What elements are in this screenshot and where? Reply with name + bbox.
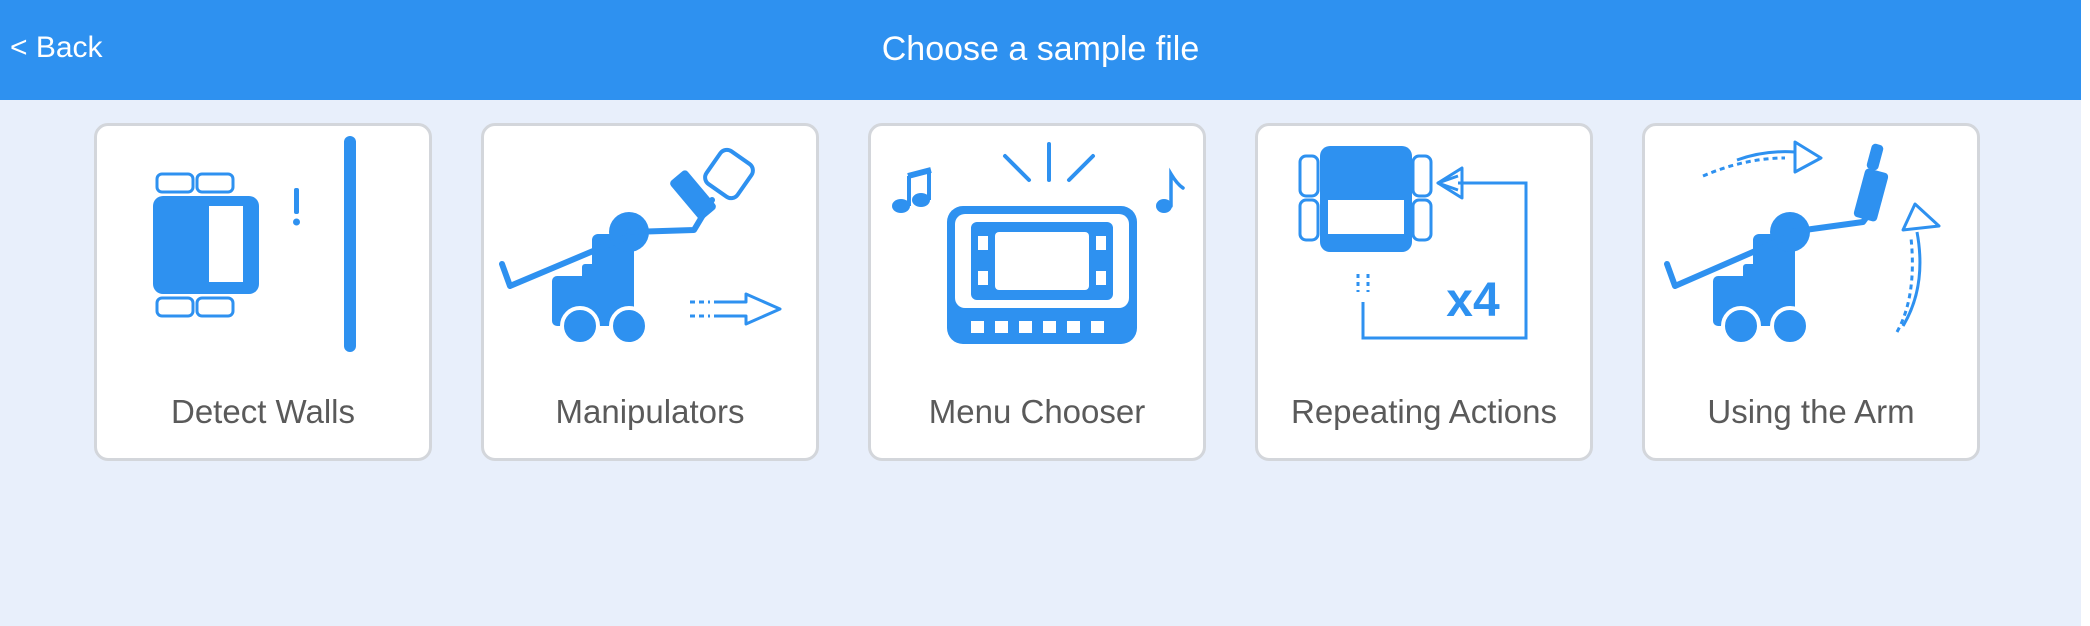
sample-card-manipulators[interactable]: Manipulators	[481, 123, 819, 461]
sample-label: Repeating Actions	[1290, 393, 1557, 430]
right-edge-strip	[2081, 0, 2090, 626]
header-bar: < Back Choose a sample file	[0, 0, 2090, 100]
sample-card-detect-walls[interactable]: Detect Walls	[94, 123, 432, 461]
sample-label: Detect Walls	[171, 393, 355, 430]
sample-card-menu-chooser[interactable]: Menu Chooser	[868, 123, 1206, 461]
sample-card-repeating-actions[interactable]: x4 Repeating Actions	[1255, 123, 1593, 461]
using-the-arm-icon	[1664, 140, 1941, 346]
page-title: Choose a sample file	[881, 30, 1200, 68]
sample-label: Using the Arm	[1707, 393, 1915, 430]
sample-label: Manipulators	[555, 393, 745, 430]
sample-card-using-the-arm[interactable]: Using the Arm	[1642, 123, 1980, 461]
repeating-actions-icon: x4	[1298, 146, 1528, 340]
svg-text:x4: x4	[1446, 274, 1500, 327]
detect-walls-icon	[153, 136, 356, 352]
sample-label: Menu Chooser	[928, 393, 1146, 430]
manipulators-icon	[499, 147, 782, 346]
menu-chooser-icon	[892, 142, 1185, 344]
